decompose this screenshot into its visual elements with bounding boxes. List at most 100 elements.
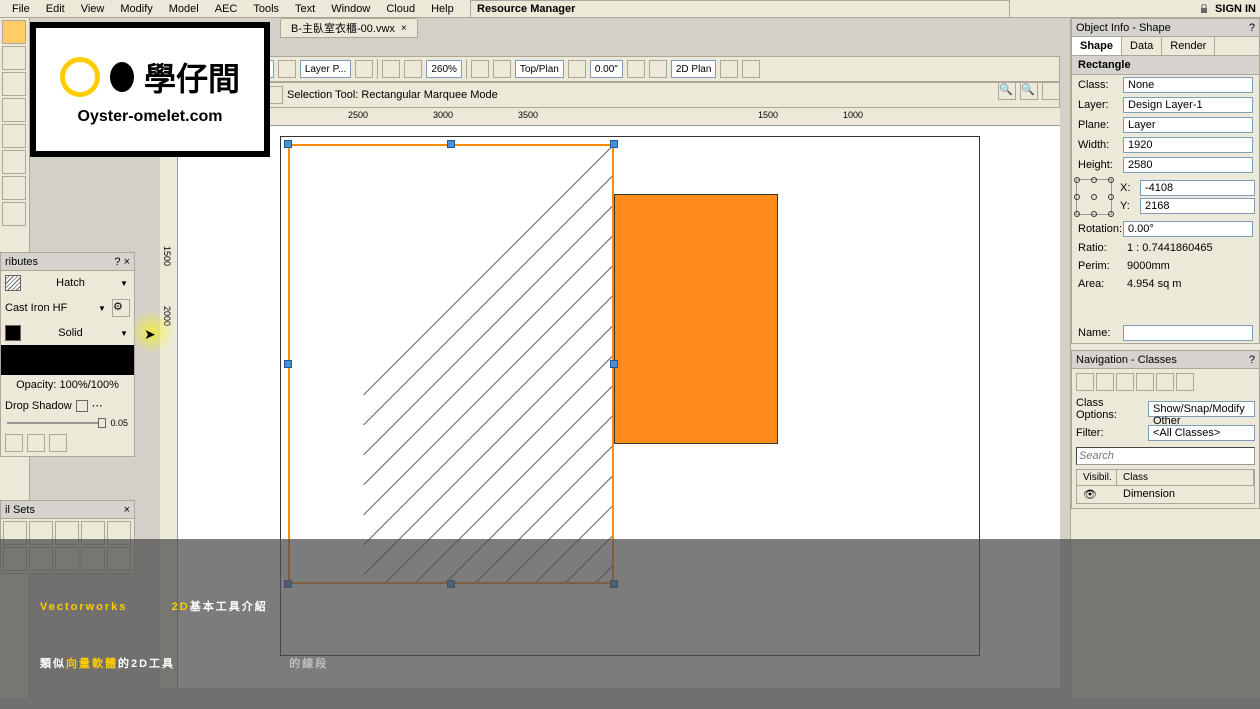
help-icon[interactable]: ? bbox=[1249, 354, 1255, 366]
menu-modify[interactable]: Modify bbox=[112, 1, 160, 17]
line-end-icon[interactable] bbox=[49, 434, 67, 452]
drop-shadow-toggle[interactable] bbox=[76, 400, 88, 412]
zoom-in-icon[interactable] bbox=[404, 60, 422, 78]
sign-in[interactable]: SIGN IN bbox=[1199, 0, 1256, 18]
y-field[interactable]: 2168 bbox=[1140, 198, 1255, 214]
col-visibility[interactable]: Visibil. bbox=[1077, 470, 1117, 485]
tool-sets-title: il Sets bbox=[5, 504, 35, 516]
col-class[interactable]: Class bbox=[1117, 470, 1254, 485]
view-toggle-icon[interactable] bbox=[493, 60, 511, 78]
table-row[interactable]: 👁 Dimension bbox=[1077, 486, 1254, 503]
layer-combo[interactable]: Layer P... bbox=[300, 60, 352, 78]
pen-swatch[interactable] bbox=[5, 325, 21, 341]
view-cube-icon[interactable] bbox=[471, 60, 489, 78]
area-label: Area: bbox=[1078, 278, 1123, 290]
visibility-icon[interactable]: 👁 bbox=[1083, 488, 1123, 501]
attributes-header[interactable]: ributes ? × bbox=[1, 253, 134, 271]
class-icon[interactable] bbox=[278, 60, 296, 78]
selection-handle[interactable] bbox=[610, 360, 618, 368]
name-field[interactable] bbox=[1123, 325, 1253, 341]
class-options-combo[interactable]: Show/Snap/Modify Other bbox=[1148, 401, 1255, 417]
selection-handle[interactable] bbox=[284, 360, 292, 368]
caption-text: 基本工具介紹 bbox=[190, 601, 268, 613]
orange-rectangle-object[interactable] bbox=[614, 194, 778, 444]
tab-shape[interactable]: Shape bbox=[1072, 37, 1122, 55]
pan-tool-icon[interactable] bbox=[2, 20, 26, 44]
unified-view-icon[interactable] bbox=[742, 60, 760, 78]
anchor-grid[interactable] bbox=[1076, 179, 1112, 215]
fill-pattern-dropdown[interactable]: Cast Iron HF bbox=[5, 302, 94, 314]
menu-text[interactable]: Text bbox=[287, 1, 323, 17]
line-start-icon[interactable] bbox=[5, 434, 23, 452]
rotation-field[interactable]: 0.00° bbox=[1123, 221, 1253, 237]
settings-icon[interactable]: ⚙ bbox=[112, 299, 130, 317]
fill-style-dropdown[interactable]: Hatch bbox=[25, 277, 116, 289]
menu-aec[interactable]: AEC bbox=[207, 1, 246, 17]
render2-icon[interactable] bbox=[649, 60, 667, 78]
chevron-down-icon[interactable]: ▼ bbox=[120, 279, 130, 288]
nav-icon[interactable] bbox=[1136, 373, 1154, 391]
document-tab[interactable]: B-主臥室衣櫃-00.vwx × bbox=[280, 18, 418, 38]
layer-icon[interactable] bbox=[355, 60, 373, 78]
polygon-tool-icon[interactable] bbox=[2, 202, 26, 226]
menu-edit[interactable]: Edit bbox=[38, 1, 73, 17]
class-field[interactable]: None bbox=[1123, 77, 1253, 93]
close-icon[interactable]: × bbox=[401, 23, 407, 34]
menu-window[interactable]: Window bbox=[323, 1, 378, 17]
selected-rectangle-object[interactable] bbox=[288, 144, 614, 584]
menu-tools[interactable]: Tools bbox=[245, 1, 287, 17]
selection-tool-icon[interactable] bbox=[2, 46, 26, 70]
nav-icon[interactable] bbox=[1176, 373, 1194, 391]
distance-icon[interactable] bbox=[568, 60, 586, 78]
filter-combo[interactable]: <All Classes> bbox=[1148, 425, 1255, 441]
find-icon[interactable]: 🔍 bbox=[998, 82, 1016, 100]
fill-swatch[interactable] bbox=[5, 275, 21, 291]
plane-field[interactable]: Layer bbox=[1123, 117, 1253, 133]
drop-shadow-settings[interactable]: ⋯ bbox=[92, 399, 103, 412]
close-icon[interactable]: × bbox=[124, 256, 130, 268]
width-field[interactable]: 1920 bbox=[1123, 137, 1253, 153]
help-icon[interactable]: ? bbox=[114, 256, 120, 268]
height-field[interactable]: 2580 bbox=[1123, 157, 1253, 173]
zoom-combo[interactable]: 260% bbox=[426, 60, 462, 78]
circle-tool-icon[interactable] bbox=[2, 150, 26, 174]
line-tool-icon[interactable] bbox=[2, 72, 26, 96]
chevron-down-icon[interactable]: ▼ bbox=[98, 304, 108, 313]
tab-render[interactable]: Render bbox=[1162, 37, 1215, 55]
view-combo[interactable]: Top/Plan bbox=[515, 60, 564, 78]
selection-handle[interactable] bbox=[284, 140, 292, 148]
layer-field[interactable]: Design Layer-1 bbox=[1123, 97, 1253, 113]
rectangle-tool-icon[interactable] bbox=[2, 124, 26, 148]
nav-icon[interactable] bbox=[1096, 373, 1114, 391]
menu-file[interactable]: File bbox=[4, 1, 38, 17]
distance-field[interactable]: 0.00" bbox=[590, 60, 623, 78]
render-icon[interactable] bbox=[627, 60, 645, 78]
line-weight-slider[interactable] bbox=[7, 422, 106, 424]
pen-style-dropdown[interactable]: Solid bbox=[25, 327, 116, 339]
chevron-down-icon[interactable]: ▼ bbox=[120, 329, 130, 338]
tool-sets-header[interactable]: il Sets × bbox=[1, 501, 134, 519]
zoom-out-icon[interactable] bbox=[382, 60, 400, 78]
polyline-tool-icon[interactable] bbox=[2, 176, 26, 200]
find-similar-icon[interactable]: 🔍 bbox=[1020, 82, 1038, 100]
selection-handle[interactable] bbox=[447, 140, 455, 148]
menu-help[interactable]: Help bbox=[423, 1, 462, 17]
arc-tool-icon[interactable] bbox=[2, 98, 26, 122]
tab-data[interactable]: Data bbox=[1122, 37, 1162, 55]
x-field[interactable]: -4108 bbox=[1140, 180, 1255, 196]
xray-icon[interactable] bbox=[1042, 82, 1060, 100]
projection-icon[interactable] bbox=[720, 60, 738, 78]
menu-view[interactable]: View bbox=[73, 1, 113, 17]
plan-view-combo[interactable]: 2D Plan bbox=[671, 60, 717, 78]
caption-text: 類似 bbox=[40, 658, 66, 670]
nav-icon[interactable] bbox=[1076, 373, 1094, 391]
class-search-input[interactable] bbox=[1076, 447, 1255, 465]
line-type-icon[interactable] bbox=[27, 434, 45, 452]
nav-icon[interactable] bbox=[1116, 373, 1134, 391]
menu-cloud[interactable]: Cloud bbox=[378, 1, 423, 17]
nav-icon[interactable] bbox=[1156, 373, 1174, 391]
close-icon[interactable]: × bbox=[124, 504, 130, 516]
selection-handle[interactable] bbox=[610, 140, 618, 148]
menu-model[interactable]: Model bbox=[161, 1, 207, 17]
help-icon[interactable]: ? bbox=[1249, 22, 1255, 34]
